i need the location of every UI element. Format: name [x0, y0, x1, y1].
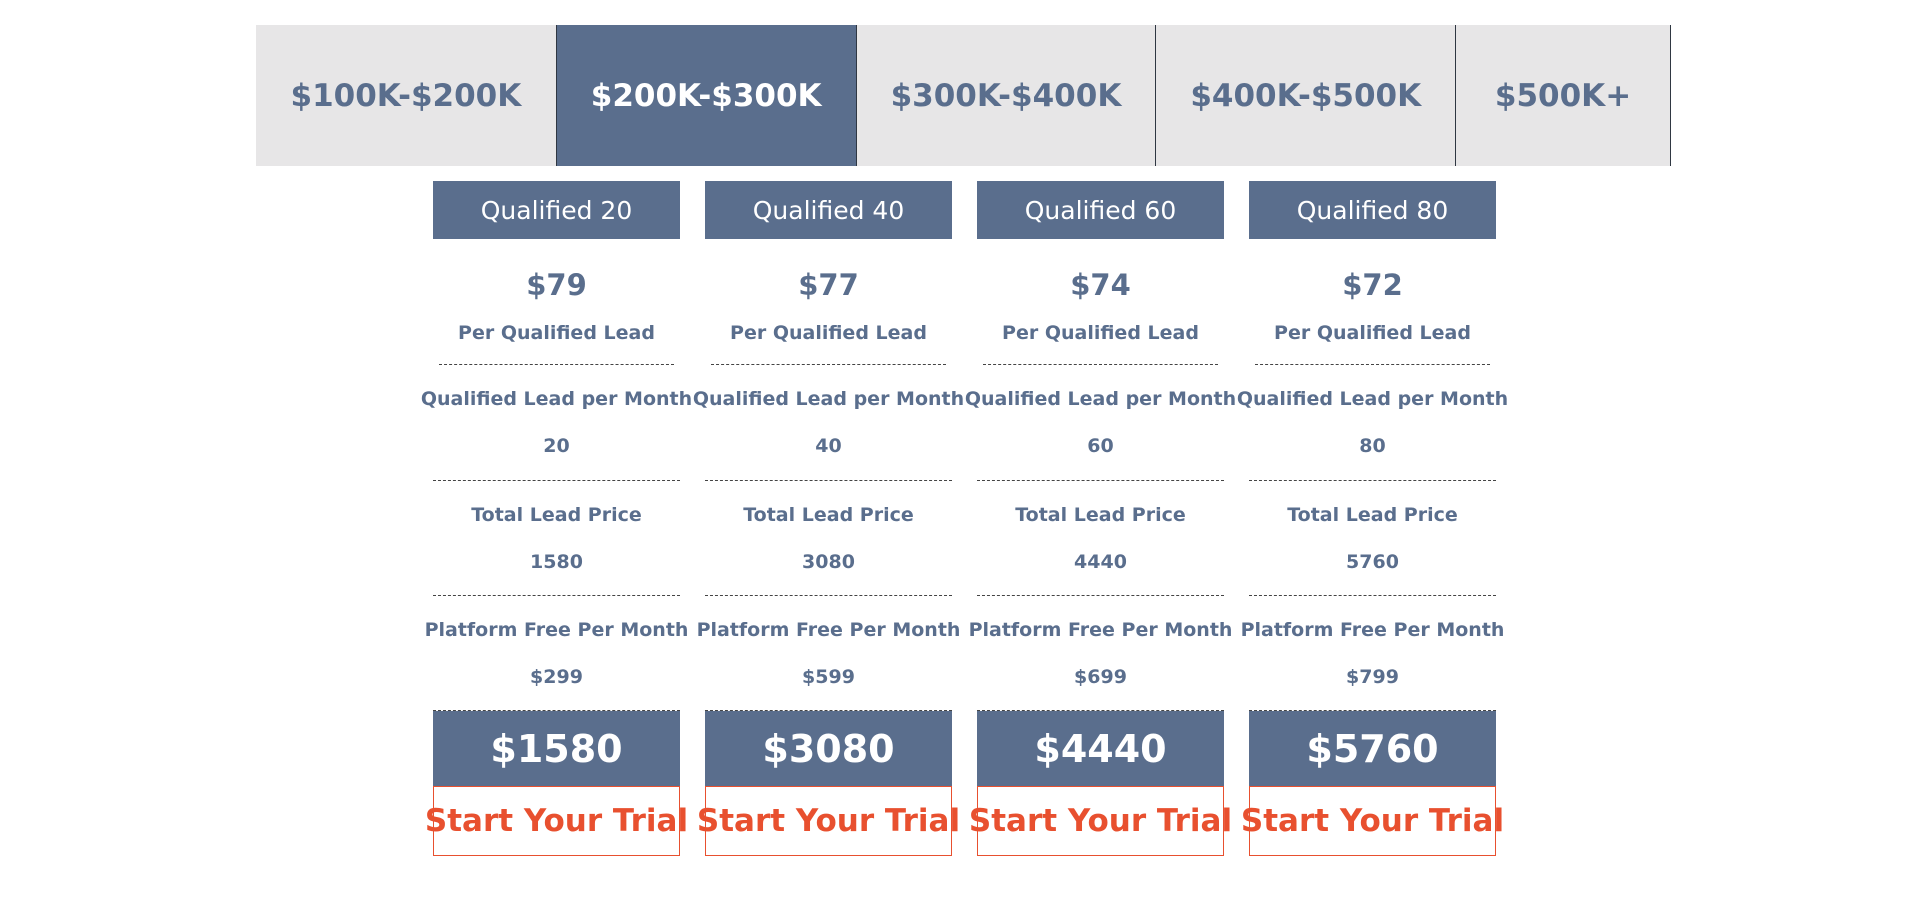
unit-price-label: Per Qualified Lead — [1002, 322, 1199, 344]
total-lead-price-row: Total Lead Price 1580 — [433, 481, 680, 595]
total-lead-price-row: Total Lead Price 3080 — [705, 481, 952, 595]
start-trial-button[interactable]: Start Your Trial — [425, 786, 688, 856]
plan-columns: Qualified 20 $79 Per Qualified Lead Qual… — [421, 181, 1508, 856]
price-range-tabs: $100K-$200K $200K-$300K $300K-$400K $400… — [256, 25, 1671, 166]
plan-card-qualified-60: Qualified 60 $74 Per Qualified Lead Qual… — [965, 181, 1236, 856]
platform-fee-value: $699 — [1074, 665, 1127, 688]
grand-total: $3080 — [705, 711, 952, 786]
total-lead-price-row: Total Lead Price 5760 — [1249, 481, 1496, 595]
plan-card-qualified-80: Qualified 80 $72 Per Qualified Lead Qual… — [1237, 181, 1508, 856]
platform-fee-row: Platform Free Per Month $799 — [1241, 596, 1505, 710]
tab-300k-400k[interactable]: $300K-$400K — [855, 25, 1156, 166]
grand-total: $5760 — [1249, 711, 1496, 786]
leads-per-month-value: 20 — [543, 435, 570, 457]
plan-header: Qualified 20 — [433, 181, 680, 239]
unit-price: $79 — [526, 268, 587, 302]
leads-per-month-value: 60 — [1087, 435, 1114, 457]
tab-200k-300k[interactable]: $200K-$300K — [555, 25, 856, 166]
start-trial-button[interactable]: Start Your Trial — [969, 786, 1232, 856]
unit-price-label: Per Qualified Lead — [458, 322, 655, 344]
total-lead-price-value: 1580 — [530, 550, 583, 573]
plan-header: Qualified 60 — [977, 181, 1224, 239]
tab-400k-500k[interactable]: $400K-$500K — [1155, 25, 1456, 166]
tab-100k-200k[interactable]: $100K-$200K — [256, 25, 556, 166]
platform-fee-row: Platform Free Per Month $699 — [969, 596, 1233, 710]
platform-fee-value: $599 — [802, 665, 855, 688]
leads-per-month-row: Qualified Lead per Month 40 — [693, 365, 964, 480]
grand-total: $4440 — [977, 711, 1224, 786]
leads-per-month-row: Qualified Lead per Month 20 — [421, 365, 692, 480]
platform-fee-row: Platform Free Per Month $599 — [697, 596, 961, 710]
plan-card-qualified-40: Qualified 40 $77 Per Qualified Lead Qual… — [693, 181, 964, 856]
leads-per-month-value: 80 — [1359, 435, 1386, 457]
tab-500k-plus[interactable]: $500K+ — [1455, 25, 1670, 166]
total-lead-price-value: 5760 — [1346, 550, 1399, 573]
unit-price-label: Per Qualified Lead — [1274, 322, 1471, 344]
leads-per-month-label: Qualified Lead per Month — [692, 388, 965, 410]
platform-fee-label: Platform Free Per Month — [424, 618, 689, 641]
plan-card-qualified-20: Qualified 20 $79 Per Qualified Lead Qual… — [421, 181, 692, 856]
total-lead-price-label: Total Lead Price — [471, 503, 642, 526]
platform-fee-value: $299 — [530, 665, 583, 688]
unit-price: $77 — [798, 268, 859, 302]
total-lead-price-value: 3080 — [802, 550, 855, 573]
total-lead-price-label: Total Lead Price — [1015, 503, 1186, 526]
platform-fee-row: Platform Free Per Month $299 — [425, 596, 689, 710]
leads-per-month-label: Qualified Lead per Month — [1236, 388, 1509, 410]
leads-per-month-label: Qualified Lead per Month — [964, 388, 1237, 410]
leads-per-month-row: Qualified Lead per Month 60 — [965, 365, 1236, 480]
total-lead-price-label: Total Lead Price — [1287, 503, 1458, 526]
platform-fee-value: $799 — [1346, 665, 1399, 688]
start-trial-button[interactable]: Start Your Trial — [1241, 786, 1504, 856]
platform-fee-label: Platform Free Per Month — [968, 618, 1233, 641]
plan-header: Qualified 80 — [1249, 181, 1496, 239]
unit-price: $72 — [1342, 268, 1403, 302]
plan-header: Qualified 40 — [705, 181, 952, 239]
pricing-page: $100K-$200K $200K-$300K $300K-$400K $400… — [0, 0, 1920, 898]
unit-price: $74 — [1070, 268, 1131, 302]
leads-per-month-label: Qualified Lead per Month — [420, 388, 693, 410]
grand-total: $1580 — [433, 711, 680, 786]
platform-fee-label: Platform Free Per Month — [1240, 618, 1505, 641]
platform-fee-label: Platform Free Per Month — [696, 618, 961, 641]
total-lead-price-row: Total Lead Price 4440 — [977, 481, 1224, 595]
leads-per-month-value: 40 — [815, 435, 842, 457]
start-trial-button[interactable]: Start Your Trial — [697, 786, 960, 856]
total-lead-price-value: 4440 — [1074, 550, 1127, 573]
unit-price-label: Per Qualified Lead — [730, 322, 927, 344]
leads-per-month-row: Qualified Lead per Month 80 — [1237, 365, 1508, 480]
total-lead-price-label: Total Lead Price — [743, 503, 914, 526]
